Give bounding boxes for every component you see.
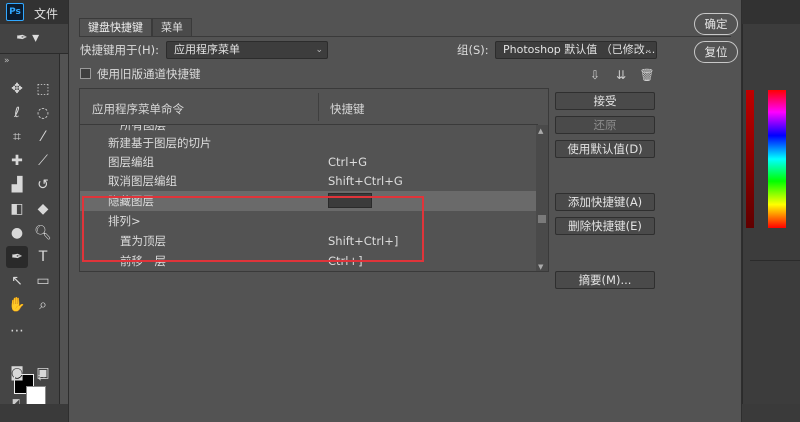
eyedropper-tool-icon[interactable]: ⁄ xyxy=(32,126,54,148)
quick-selection-tool-icon[interactable]: ◌ xyxy=(32,102,54,124)
set-value: Photoshop 默认值 （已修改... xyxy=(503,43,656,56)
more-tools-icon[interactable]: ⋯ xyxy=(6,320,28,342)
accept-button[interactable]: 接受 xyxy=(555,92,655,110)
reset-button[interactable]: 复位 xyxy=(694,41,738,63)
scroll-up-icon[interactable]: ▲ xyxy=(538,127,543,135)
tools-panel: » ✥ ⬚ ℓ ◌ ⌗ ⁄ ✚ ⟋ ▟ ↺ ◧ ◆ ● 🔍︎ ✒ T ↖ ▭ ✋… xyxy=(0,54,60,422)
color-field[interactable] xyxy=(746,90,754,228)
zoom-tool-icon[interactable]: ⌕ xyxy=(32,294,54,316)
set-label: 组(S): xyxy=(457,43,489,57)
row-command: 新建基于图层的切片 xyxy=(108,136,212,150)
set-select[interactable]: Photoshop 默认值 （已修改... ⌄ xyxy=(495,41,657,59)
background-color-swatch[interactable] xyxy=(26,386,46,406)
use-default-button[interactable]: 使用默认值(D) xyxy=(555,140,655,158)
row-shortcut: Ctrl+G xyxy=(328,155,368,169)
screen-mode-icon[interactable]: ▣ xyxy=(32,362,54,384)
column-header-command: 应用程序菜单命令 xyxy=(92,102,184,116)
photoshop-logo: Ps xyxy=(6,3,24,21)
column-divider xyxy=(318,93,319,121)
legacy-channel-shortcuts-label: 使用旧版通道快捷键 xyxy=(97,67,201,81)
chevron-down-icon: ⌄ xyxy=(315,45,323,55)
row-command: 图层编组 xyxy=(108,155,154,169)
column-header-shortcut: 快捷键 xyxy=(330,102,365,116)
lasso-tool-icon[interactable]: ℓ xyxy=(6,102,28,124)
blur-tool-icon[interactable]: ● xyxy=(6,222,28,244)
table-header: 应用程序菜单命令 快捷键 xyxy=(80,89,538,125)
summarize-button[interactable]: 摘要(M)... xyxy=(555,271,655,289)
shortcuts-for-value: 应用程序菜单 xyxy=(174,43,240,56)
legacy-channel-shortcuts-checkbox[interactable] xyxy=(80,68,91,79)
dialog-tabs: 键盘快捷键 菜单 xyxy=(79,18,192,36)
chevron-down-icon: ⌄ xyxy=(644,45,652,55)
tab-keyboard-shortcuts[interactable]: 键盘快捷键 xyxy=(79,18,152,36)
tab-menus[interactable]: 菜单 xyxy=(152,18,192,36)
row-shortcut: Shift+Ctrl+G xyxy=(328,174,403,188)
table-row[interactable]: 图层编组 Ctrl+G xyxy=(80,152,538,172)
menu-file[interactable]: 文件 xyxy=(34,5,58,22)
move-tool-icon[interactable]: ✥ xyxy=(6,78,28,100)
table-row[interactable]: 新建基于图层的切片 xyxy=(80,133,538,153)
healing-brush-tool-icon[interactable]: ✚ xyxy=(6,150,28,172)
quick-mask-icon[interactable]: ◙ xyxy=(6,362,28,384)
collapse-toolbar-icon[interactable]: » xyxy=(4,56,10,66)
scroll-down-icon[interactable]: ▼ xyxy=(538,263,543,271)
history-brush-tool-icon[interactable]: ↺ xyxy=(32,174,54,196)
ok-button[interactable]: 确定 xyxy=(694,13,738,35)
dodge-tool-icon[interactable]: 🔍︎ xyxy=(32,222,54,244)
row-command: 取消图层编组 xyxy=(108,174,177,188)
type-tool-icon[interactable]: T xyxy=(32,246,54,268)
crop-tool-icon[interactable]: ⌗ xyxy=(6,126,28,148)
pen-tool-icon[interactable]: ✒ xyxy=(6,246,28,268)
undo-button[interactable]: 还原 xyxy=(555,116,655,134)
hue-slider[interactable] xyxy=(768,90,786,228)
layers-panel xyxy=(750,260,800,370)
eraser-tool-icon[interactable]: ◧ xyxy=(6,198,28,220)
path-selection-tool-icon[interactable]: ↖ xyxy=(6,270,28,292)
table-row[interactable]: 取消图层编组 Shift+Ctrl+G xyxy=(80,171,538,191)
clone-stamp-tool-icon[interactable]: ▟ xyxy=(6,174,28,196)
table-scrollbar[interactable]: ▲ ▼ xyxy=(536,125,548,271)
paint-bucket-tool-icon[interactable]: ◆ xyxy=(32,198,54,220)
save-set-icon[interactable]: ⇩ xyxy=(585,66,605,84)
delete-set-icon[interactable]: 🗑︎ xyxy=(637,66,657,84)
delete-shortcut-button[interactable]: 删除快捷键(E) xyxy=(555,217,655,235)
highlight-annotation xyxy=(82,196,424,262)
shortcuts-for-label: 快捷键用于(H): xyxy=(80,43,159,57)
pen-tool-preset-icon[interactable]: ✒ ▾ xyxy=(16,30,39,46)
rectangle-tool-icon[interactable]: ▭ xyxy=(32,270,54,292)
brush-tool-icon[interactable]: ⟋ xyxy=(32,150,54,172)
tab-divider xyxy=(79,36,731,37)
new-set-icon[interactable]: ⇊ xyxy=(611,66,631,84)
add-shortcut-button[interactable]: 添加快捷键(A) xyxy=(555,193,655,211)
shortcuts-for-select[interactable]: 应用程序菜单 ⌄ xyxy=(166,41,328,59)
scroll-thumb[interactable] xyxy=(538,215,546,223)
marquee-tool-icon[interactable]: ⬚ xyxy=(32,78,54,100)
hand-tool-icon[interactable]: ✋ xyxy=(6,294,28,316)
